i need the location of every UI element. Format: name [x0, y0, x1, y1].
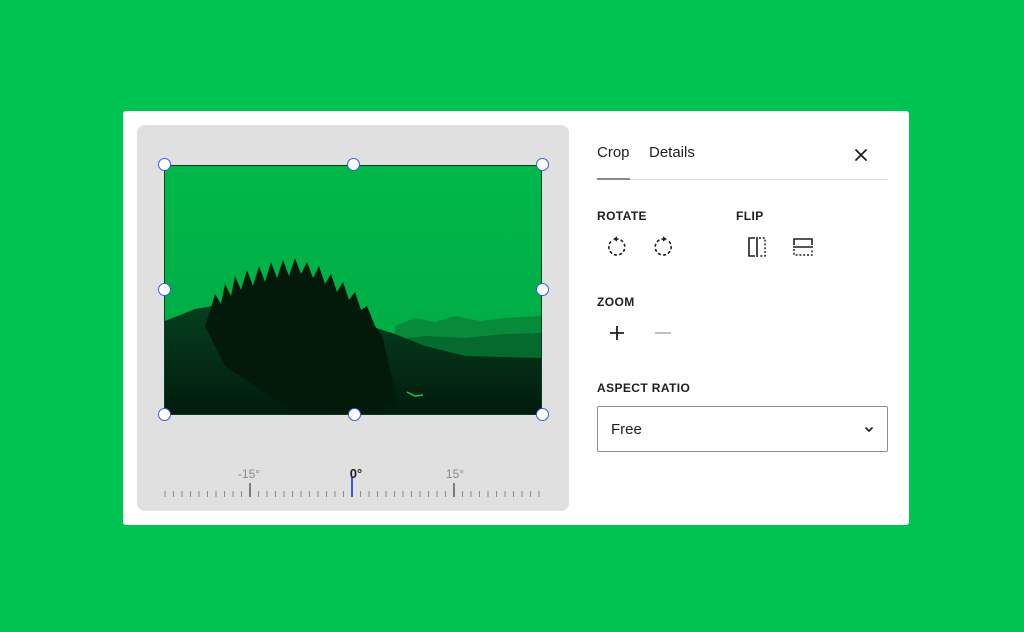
flip-horizontal-button[interactable]	[742, 232, 772, 262]
crop-handle-bottom-right[interactable]	[536, 408, 549, 421]
rotate-label: ROTATE	[597, 209, 647, 223]
close-icon	[855, 149, 867, 161]
landscape-image	[165, 166, 541, 414]
aspect-ratio-label: ASPECT RATIO	[597, 381, 691, 395]
tab-bar: Crop Details	[597, 141, 888, 180]
flip-horizontal-icon	[748, 237, 766, 257]
tab-details[interactable]: Details	[649, 144, 695, 161]
settings-panel: Crop Details ROTATE FLIP ZOOM ASPECT RAT…	[597, 111, 889, 525]
zoom-label: ZOOM	[597, 295, 635, 309]
zoom-in-button[interactable]	[602, 318, 632, 348]
chevron-down-icon	[864, 426, 874, 433]
crop-handle-middle-right[interactable]	[536, 283, 549, 296]
tab-crop[interactable]: Crop	[597, 144, 630, 180]
crop-handle-top-left[interactable]	[158, 158, 171, 171]
crop-handle-bottom-left[interactable]	[158, 408, 171, 421]
ruler-label-plus-15: 15°	[445, 467, 465, 481]
rotate-right-button[interactable]	[648, 232, 678, 262]
flip-vertical-button[interactable]	[788, 232, 818, 262]
crop-handle-middle-left[interactable]	[158, 283, 171, 296]
rotate-right-icon	[654, 236, 672, 256]
flip-vertical-icon	[793, 238, 813, 256]
aspect-ratio-value: Free	[611, 421, 642, 438]
ruler-label-current: 0°	[349, 466, 363, 481]
rotate-left-button[interactable]	[602, 232, 632, 262]
flip-label: FLIP	[736, 209, 764, 223]
rotation-ruler[interactable]: -15° 0° 15°	[137, 455, 569, 505]
close-button[interactable]	[847, 141, 875, 169]
crop-handle-top-center[interactable]	[347, 158, 360, 171]
cropped-image[interactable]	[164, 165, 542, 415]
zoom-out-button[interactable]	[648, 318, 678, 348]
plus-icon	[610, 326, 624, 340]
aspect-ratio-select[interactable]: Free	[597, 406, 888, 452]
crop-handle-top-right[interactable]	[536, 158, 549, 171]
minus-icon	[655, 332, 671, 334]
crop-canvas: -15° 0° 15°	[137, 125, 569, 511]
ruler-label-minus-15: -15°	[237, 467, 261, 481]
rotate-left-icon	[608, 236, 626, 256]
crop-handle-bottom-center[interactable]	[348, 408, 361, 421]
image-editor-modal: -15° 0° 15° Crop Details ROTATE FLIP ZOO…	[123, 111, 909, 525]
